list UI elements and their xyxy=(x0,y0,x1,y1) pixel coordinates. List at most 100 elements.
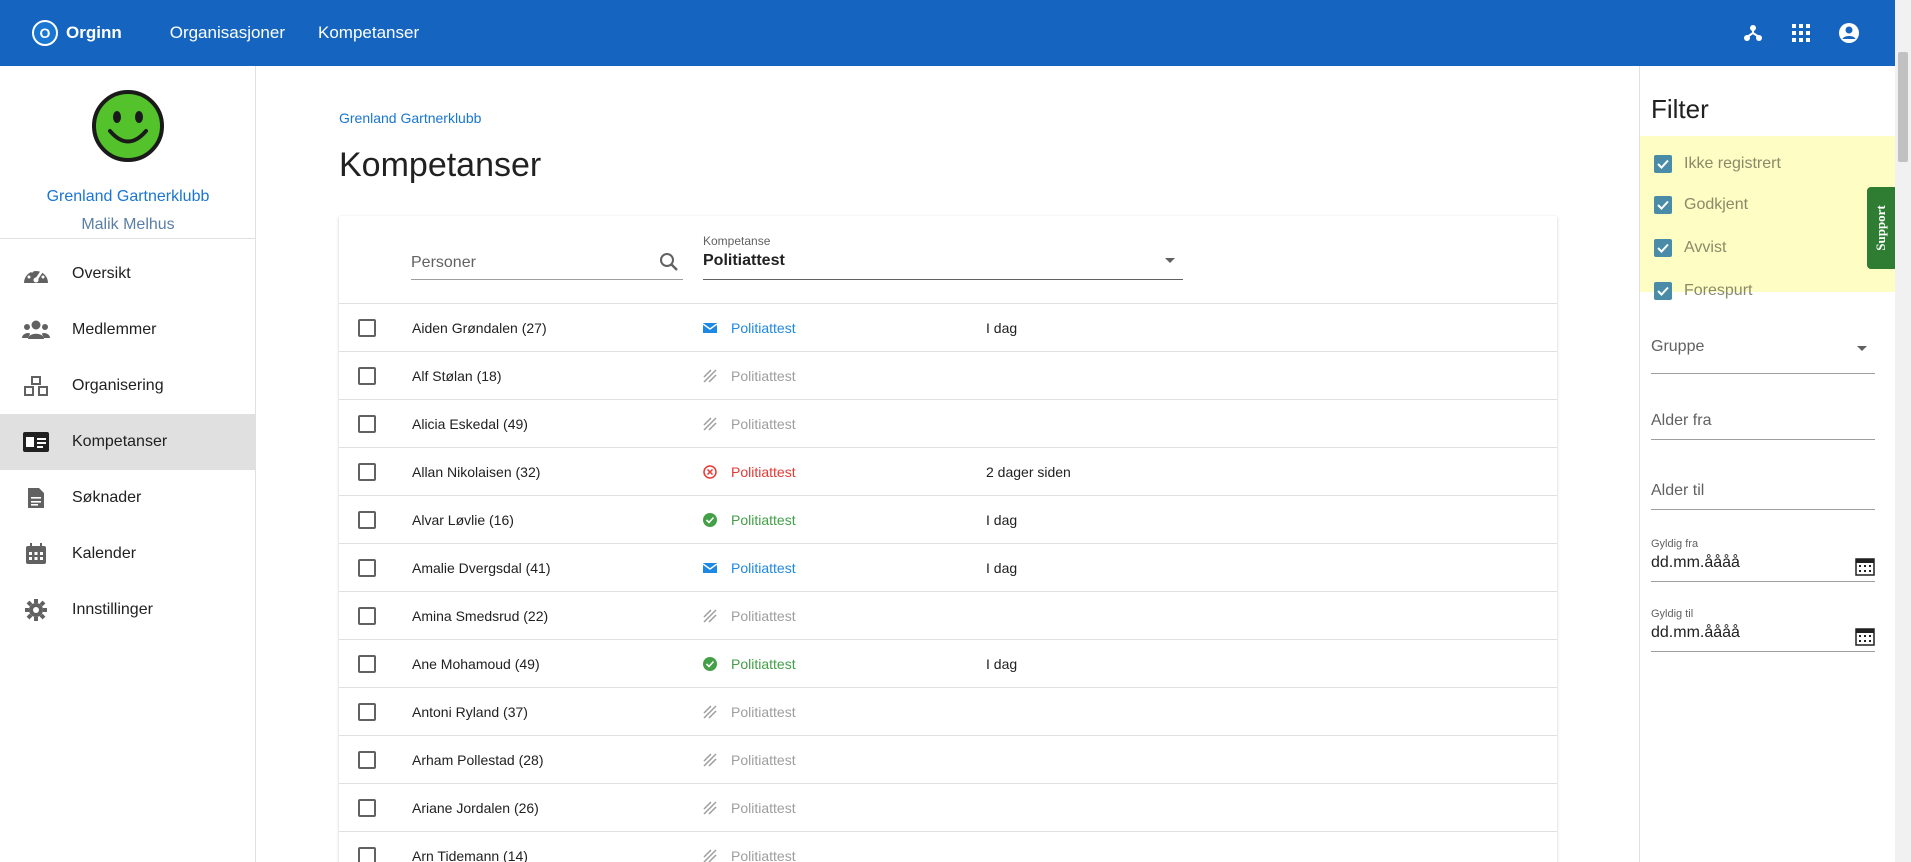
sidebar-item-kompetanser[interactable]: Kompetanser xyxy=(0,414,256,470)
support-tab[interactable]: Support xyxy=(1867,187,1895,269)
not-registered-icon xyxy=(703,705,717,719)
group-select[interactable]: Gruppe xyxy=(1651,328,1875,374)
table-row[interactable]: Amalie Dvergsdal (41) Politiattest I dag xyxy=(339,544,1557,592)
search-icon[interactable] xyxy=(659,252,681,274)
person-name[interactable]: Aiden Grøndalen (27) xyxy=(412,320,547,336)
cancel-circle-icon xyxy=(703,465,717,479)
row-checkbox[interactable] xyxy=(358,607,376,625)
person-name[interactable]: Arn Tidemann (14) xyxy=(412,848,528,862)
sidebar-item-organisering[interactable]: Organisering xyxy=(0,358,256,414)
competence-status[interactable]: Politiattest xyxy=(731,848,796,862)
competence-status[interactable]: Politiattest xyxy=(731,752,796,768)
table-row[interactable]: Aiden Grøndalen (27) Politiattest I dag xyxy=(339,304,1557,352)
brand-logo[interactable]: O Orginn xyxy=(32,20,122,46)
competence-status[interactable]: Politiattest xyxy=(731,464,796,480)
sidebar-item-innstillinger[interactable]: Innstillinger xyxy=(0,582,256,638)
table-row[interactable]: Antoni Ryland (37) Politiattest xyxy=(339,688,1557,736)
competence-status[interactable]: Politiattest xyxy=(731,560,796,576)
not-registered-icon xyxy=(703,417,717,431)
search-input[interactable] xyxy=(411,254,641,272)
row-checkbox[interactable] xyxy=(358,511,376,529)
table-row[interactable]: Alf Stølan (18) Politiattest xyxy=(339,352,1557,400)
filter-check-forespurt[interactable]: Forespurt xyxy=(1654,279,1752,303)
calendar-icon[interactable] xyxy=(1855,626,1875,646)
competence-status[interactable]: Politiattest xyxy=(731,416,796,432)
table-row[interactable]: Arham Pollestad (28) Politiattest xyxy=(339,736,1557,784)
sidebar-item-label: Medlemmer xyxy=(72,321,157,338)
person-name[interactable]: Antoni Ryland (37) xyxy=(412,704,528,720)
table-row[interactable]: Amina Smedsrud (22) Politiattest xyxy=(339,592,1557,640)
sidebar-item-label: Oversikt xyxy=(72,265,131,282)
valid-to-label: Gyldig til xyxy=(1651,608,1694,620)
person-name[interactable]: Alvar Løvlie (16) xyxy=(412,512,514,528)
sidebar-item-medlemmer[interactable]: Medlemmer xyxy=(0,302,256,358)
valid-from-field[interactable]: Gyldig fra dd.mm.åååå xyxy=(1651,538,1875,582)
person-name[interactable]: Amina Smedsrud (22) xyxy=(412,608,548,624)
filter-check-label: Ikke registrert xyxy=(1684,155,1781,172)
sidebar-item-soknader[interactable]: Søknader xyxy=(0,470,256,526)
row-checkbox[interactable] xyxy=(358,559,376,577)
filter-title: Filter xyxy=(1651,94,1709,124)
filter-check-avvist[interactable]: Avvist xyxy=(1654,236,1726,260)
row-checkbox[interactable] xyxy=(358,799,376,817)
person-name[interactable]: Ane Mohamoud (49) xyxy=(412,656,540,672)
nav-organisasjoner[interactable]: Organisasjoner xyxy=(170,23,285,43)
competence-status[interactable]: Politiattest xyxy=(731,704,796,720)
row-checkbox[interactable] xyxy=(358,415,376,433)
top-nav: Organisasjoner Kompetanser xyxy=(170,23,452,43)
row-checkbox[interactable] xyxy=(358,847,376,862)
person-name[interactable]: Allan Nikolaisen (32) xyxy=(412,464,540,480)
table-row[interactable]: Alvar Løvlie (16) Politiattest I dag xyxy=(339,496,1557,544)
scrollbar[interactable] xyxy=(1895,0,1911,862)
person-name[interactable]: Alf Stølan (18) xyxy=(412,368,501,384)
competence-status[interactable]: Politiattest xyxy=(731,608,796,624)
person-name[interactable]: Amalie Dvergsdal (41) xyxy=(412,560,551,576)
nav-kompetanser[interactable]: Kompetanser xyxy=(318,23,419,43)
document-icon xyxy=(22,486,50,510)
sidebar-item-label: Innstillinger xyxy=(72,601,153,618)
competence-table-card: Kompetanse Politiattest Aiden Grøndalen … xyxy=(339,216,1557,862)
envelope-icon xyxy=(702,321,718,335)
speedometer-icon xyxy=(22,262,50,286)
table-row[interactable]: Arn Tidemann (14) Politiattest xyxy=(339,832,1557,862)
age-from-field[interactable]: Alder fra xyxy=(1651,400,1875,440)
apps-grid-icon[interactable] xyxy=(1789,21,1813,45)
brand-name: Orginn xyxy=(66,23,122,42)
calendar-icon[interactable] xyxy=(1855,556,1875,576)
hierarchy-icon[interactable] xyxy=(1741,21,1765,45)
age-to-field[interactable]: Alder til xyxy=(1651,470,1875,510)
person-name[interactable]: Ariane Jordalen (26) xyxy=(412,800,539,816)
table-row[interactable]: Alicia Eskedal (49) Politiattest xyxy=(339,400,1557,448)
row-checkbox[interactable] xyxy=(358,319,376,337)
competence-status[interactable]: Politiattest xyxy=(731,656,796,672)
competence-select[interactable]: Kompetanse Politiattest xyxy=(703,232,1183,280)
checked-icon xyxy=(1654,239,1672,257)
competence-status[interactable]: Politiattest xyxy=(731,368,796,384)
person-name[interactable]: Alicia Eskedal (49) xyxy=(412,416,528,432)
breadcrumb[interactable]: Grenland Gartnerklubb xyxy=(339,110,481,126)
sidebar-item-kalender[interactable]: Kalender xyxy=(0,526,256,582)
scrollbar-thumb[interactable] xyxy=(1898,52,1908,162)
row-checkbox[interactable] xyxy=(358,463,376,481)
table-row[interactable]: Allan Nikolaisen (32) Politiattest 2 dager… xyxy=(339,448,1557,496)
filter-check-godkjent[interactable]: Godkjent xyxy=(1654,193,1748,217)
support-label: Support xyxy=(1873,205,1888,251)
row-checkbox[interactable] xyxy=(358,751,376,769)
age-to-placeholder: Alder til xyxy=(1651,482,1705,499)
brand-badge: O xyxy=(32,20,58,46)
account-circle-icon[interactable] xyxy=(1837,21,1861,45)
table-row[interactable]: Ane Mohamoud (49) Politiattest I dag xyxy=(339,640,1557,688)
valid-to-field[interactable]: Gyldig til dd.mm.åååå xyxy=(1651,608,1875,652)
competence-status[interactable]: Politiattest xyxy=(731,800,796,816)
table-row[interactable]: Ariane Jordalen (26) Politiattest xyxy=(339,784,1557,832)
filter-check-ikke-registrert[interactable]: Ikke registrert xyxy=(1654,152,1781,176)
row-checkbox[interactable] xyxy=(358,703,376,721)
competence-status[interactable]: Politiattest xyxy=(731,320,796,336)
people-icon xyxy=(22,318,50,342)
competence-status[interactable]: Politiattest xyxy=(731,512,796,528)
sidebar-item-oversikt[interactable]: Oversikt xyxy=(0,246,256,302)
person-name[interactable]: Arham Pollestad (28) xyxy=(412,752,544,768)
row-checkbox[interactable] xyxy=(358,367,376,385)
org-name[interactable]: Grenland Gartnerklubb xyxy=(0,188,256,206)
row-checkbox[interactable] xyxy=(358,655,376,673)
